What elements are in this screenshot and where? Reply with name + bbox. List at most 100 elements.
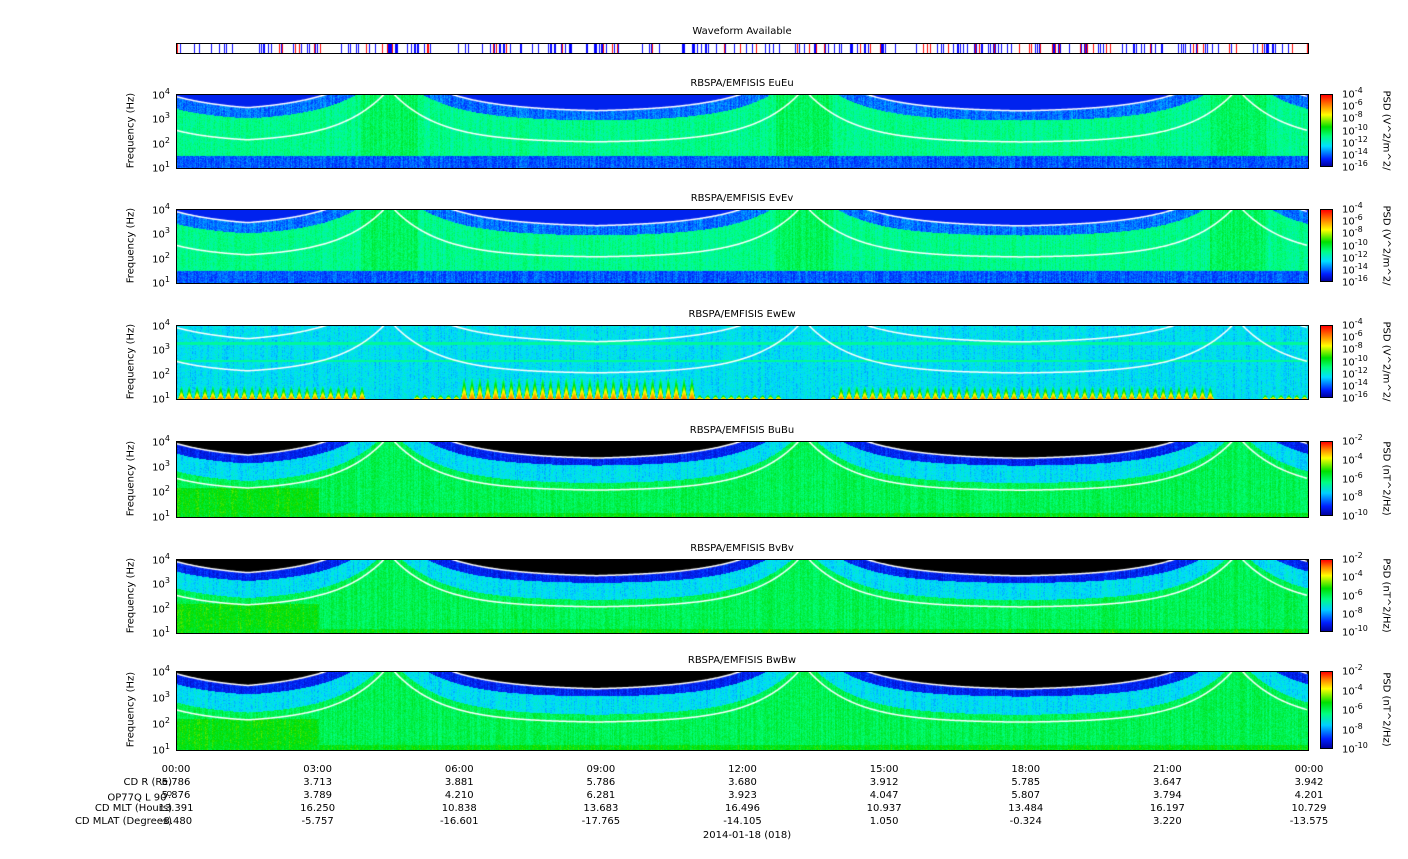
colorbar <box>1320 441 1333 516</box>
y-tick-label: 104 <box>152 434 170 449</box>
colorbar-tick-label: 10-16 <box>1342 274 1368 289</box>
ephemeris-value: 5.807 <box>1011 790 1041 801</box>
ephemeris-value: 3.647 <box>1153 777 1182 788</box>
date-label: 2014-01-18 (018) <box>702 830 792 841</box>
ephemeris-value: 3.794 <box>1153 790 1182 801</box>
ephemeris-value: 3.912 <box>869 777 899 788</box>
spectrogram-ewew <box>176 325 1309 400</box>
spectrogram-bubu <box>176 441 1309 518</box>
colorbar-tick-label: 10-8 <box>1342 721 1363 736</box>
y-tick-label: 102 <box>152 716 170 731</box>
ephemeris-value: 5.876 <box>161 790 191 801</box>
colorbar-tick-label: 10-6 <box>1342 587 1363 602</box>
y-tick-label: 103 <box>152 459 170 474</box>
colorbar-tick-label: 10-10 <box>1342 508 1368 523</box>
y-tick-label: 101 <box>152 625 170 640</box>
ephemeris-value: 13.683 <box>583 803 619 814</box>
spectrogram-eueu <box>176 94 1309 169</box>
y-tick-label: 103 <box>152 690 170 705</box>
ephemeris-value: 1.050 <box>869 816 899 827</box>
colorbar-label: PSD (nT^2/Hz) <box>1380 557 1392 633</box>
x-tick-label: 21:00 <box>1152 764 1182 775</box>
waveform-title: Waveform Available <box>692 26 792 37</box>
colorbar-label: PSD (V^2/m^2/Hz) <box>1380 321 1392 401</box>
ephemeris-value: 3.789 <box>303 790 332 801</box>
y-axis-label: Frequency (Hz) <box>125 323 137 399</box>
x-tick-label: 03:00 <box>303 764 333 775</box>
colorbar-tick-label: 10-8 <box>1342 605 1363 621</box>
colorbar-tick-label: 10-2 <box>1342 551 1363 566</box>
y-tick-label: 102 <box>152 600 170 615</box>
y-tick-label: 102 <box>152 250 170 265</box>
colorbar-tick-label: 10-10 <box>1342 741 1368 756</box>
panel-title: RBSPA/EMFISIS EvEv <box>690 193 794 204</box>
colorbar <box>1320 94 1333 167</box>
colorbar-tick-label: 10-2 <box>1342 433 1363 448</box>
ephemeris-value: -13.575 <box>1289 816 1329 827</box>
x-tick-label: 18:00 <box>1011 764 1041 775</box>
y-tick-label: 103 <box>152 576 170 591</box>
ephemeris-value: -16.601 <box>439 816 479 827</box>
ephemeris-value: 3.220 <box>1153 816 1182 827</box>
ephemeris-value: 6.281 <box>586 790 616 801</box>
x-tick-label: 09:00 <box>586 764 616 775</box>
ephemeris-value: 13.484 <box>1008 803 1044 814</box>
ephemeris-value: -17.765 <box>581 816 621 827</box>
panel-title: RBSPA/EMFISIS EwEw <box>688 309 796 320</box>
ephemeris-value: -0.324 <box>1009 816 1042 827</box>
colorbar-label: PSD (V^2/m^2/Hz) <box>1380 205 1392 285</box>
y-tick-label: 103 <box>152 226 170 241</box>
panel-title: RBSPA/EMFISIS BvBv <box>690 543 794 554</box>
y-axis-label: Frequency (Hz) <box>125 440 137 516</box>
x-tick-label: 00:00 <box>161 764 191 775</box>
ephemeris-value: 3.713 <box>303 777 332 788</box>
ephemeris-value: -14.105 <box>723 816 762 827</box>
y-axis-label: Frequency (Hz) <box>125 207 137 283</box>
y-axis-label: Frequency (Hz) <box>125 671 137 748</box>
colorbar <box>1320 209 1333 282</box>
ephemeris-value: 5.786 <box>161 777 191 788</box>
colorbar-tick-label: 10-16 <box>1342 159 1368 174</box>
y-tick-label: 101 <box>152 509 170 524</box>
colorbar-tick-label: 10-4 <box>1342 569 1363 584</box>
y-tick-label: 102 <box>152 484 170 499</box>
y-tick-label: 103 <box>152 111 170 126</box>
ephemeris-value: 4.047 <box>869 790 899 801</box>
x-tick-label: 15:00 <box>869 764 899 775</box>
colorbar-tick-label: 10-2 <box>1342 663 1363 678</box>
colorbar-tick-label: 10-10 <box>1342 624 1368 639</box>
ephemeris-value: 16.250 <box>300 803 336 814</box>
y-tick-label: 101 <box>152 275 170 290</box>
ephemeris-value: 3.942 <box>1294 777 1324 788</box>
colorbar-tick-label: 10-8 <box>1342 489 1363 504</box>
y-tick-label: 104 <box>152 664 170 679</box>
colorbar-label: PSD (nT^2/Hz) <box>1380 440 1392 516</box>
panel-title: RBSPA/EMFISIS BuBu <box>689 425 795 436</box>
y-tick-label: 104 <box>152 552 170 567</box>
ephemeris-value: 10.937 <box>866 803 902 814</box>
colorbar-tick-label: 10-6 <box>1342 470 1363 485</box>
y-axis-label: Frequency (Hz) <box>125 92 137 168</box>
colorbar <box>1320 671 1333 749</box>
ephemeris-value: 5.786 <box>586 777 616 788</box>
ephemeris-value: 10.838 <box>441 803 477 814</box>
ephemeris-value: 10.729 <box>1291 803 1327 814</box>
ephemeris-value: 4.210 <box>444 790 474 801</box>
y-tick-label: 104 <box>152 87 170 102</box>
colorbar <box>1320 559 1333 632</box>
ephemeris-value: 13.391 <box>158 803 194 814</box>
ephemeris-value: 3.881 <box>444 777 474 788</box>
colorbar <box>1320 325 1333 398</box>
colorbar-tick-label: 10-4 <box>1342 451 1363 467</box>
y-tick-label: 102 <box>152 135 170 150</box>
y-tick-label: 101 <box>152 160 170 175</box>
ephemeris-value: 16.496 <box>725 803 760 814</box>
ephemeris-value: -5.757 <box>301 816 334 827</box>
colorbar-label: PSD (V^2/m^2/Hz) <box>1380 90 1392 170</box>
y-tick-label: 104 <box>152 318 170 333</box>
ephemeris-value: 3.923 <box>728 790 757 801</box>
ephemeris-value: 3.680 <box>728 777 757 788</box>
x-tick-label: 12:00 <box>728 764 757 775</box>
y-tick-label: 101 <box>152 391 170 406</box>
x-tick-label: 06:00 <box>444 764 474 775</box>
